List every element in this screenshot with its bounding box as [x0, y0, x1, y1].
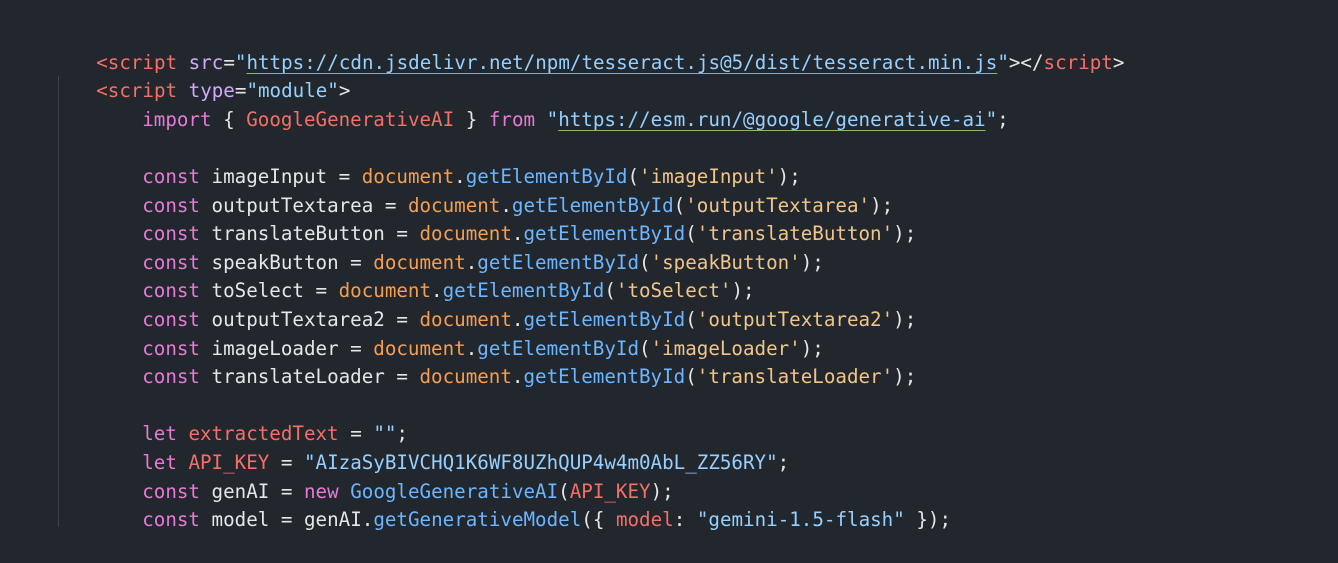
function-name: getGenerativeModel — [373, 508, 582, 532]
semicolon: ; — [777, 450, 790, 474]
code-line-script-src[interactable]: <script src="https://cdn.jsdelivr.net/np… — [50, 20, 1124, 74]
variable-name: model — [211, 508, 270, 532]
code-line-const[interactable]: const outputTextarea = document.getEleme… — [96, 163, 893, 217]
code-line-model[interactable]: const model = genAI.getGenerativeModel({… — [96, 478, 951, 531]
code-line-genai[interactable]: const genAI = new GoogleGenerativeAI(API… — [96, 449, 674, 503]
function-name: getElementById — [523, 365, 686, 389]
quote-close: " — [985, 107, 998, 131]
code-line-const[interactable]: const imageInput = document.getElementBy… — [96, 134, 801, 188]
code-line-let-extracted[interactable]: let extractedText = ""; — [96, 392, 408, 445]
paren-open: ( — [581, 508, 593, 532]
esm-url-link[interactable]: https://esm.run/@google/generative-ai — [558, 108, 985, 131]
from-keyword: from — [488, 107, 536, 131]
code-line-script-module[interactable]: <script type="module"> — [50, 49, 350, 102]
string-arg: 'translateLoader' — [696, 365, 894, 389]
import-keyword: import — [142, 107, 212, 131]
colon: : — [673, 508, 686, 532]
close-tag-end: > — [1112, 50, 1125, 74]
import-name: GoogleGenerativeAI — [246, 107, 455, 131]
quote-close: " — [997, 50, 1009, 74]
brace-close: } — [465, 107, 478, 131]
equals: = — [280, 508, 293, 532]
code-editor[interactable]: <script src="https://cdn.jsdelivr.net/np… — [0, 0, 1338, 531]
code-line-const[interactable]: const speakButton = document.getElementB… — [96, 220, 824, 274]
tesseract-url-link[interactable]: https://cdn.jsdelivr.net/npm/tesseract.j… — [246, 51, 997, 74]
brace-open: { — [592, 508, 605, 532]
close-tag-start: ></ — [1008, 50, 1044, 74]
code-line-let-apikey[interactable]: let API_KEY = "AIzaSyBIVCHQ1K6WF8UZhQUP4… — [96, 420, 789, 474]
document-object: document — [419, 365, 512, 389]
semicolon: ; — [997, 107, 1009, 131]
code-line-const[interactable]: const toSelect = document.getElementById… — [96, 249, 754, 302]
code-line-const[interactable]: const translateButton = document.getElem… — [96, 192, 916, 245]
object-name: genAI — [304, 508, 362, 532]
brace-close: } — [916, 508, 928, 532]
brace-open: { — [223, 107, 235, 131]
const-keyword: const — [142, 508, 200, 532]
string-value: "gemini-1.5-flash" — [696, 508, 905, 532]
script-close-name: script — [1043, 50, 1113, 74]
code-line-const[interactable]: const imageLoader = document.getElementB… — [96, 306, 824, 360]
code-line-const[interactable]: const outputTextarea2 = document.getElem… — [96, 277, 916, 331]
const-keyword: const — [142, 365, 200, 389]
code-line-const[interactable]: const translateLoader = document.getElem… — [96, 335, 916, 388]
indent-guide — [58, 76, 59, 527]
paren-close: ) — [927, 508, 940, 532]
dot: . — [361, 508, 374, 532]
semicolon: ; — [939, 508, 952, 532]
variable-name: translateLoader — [211, 365, 385, 389]
code-line-import[interactable]: import { GoogleGenerativeAI } from "http… — [96, 77, 1009, 131]
property-name: model — [615, 508, 674, 532]
quote-open: " — [546, 107, 559, 131]
